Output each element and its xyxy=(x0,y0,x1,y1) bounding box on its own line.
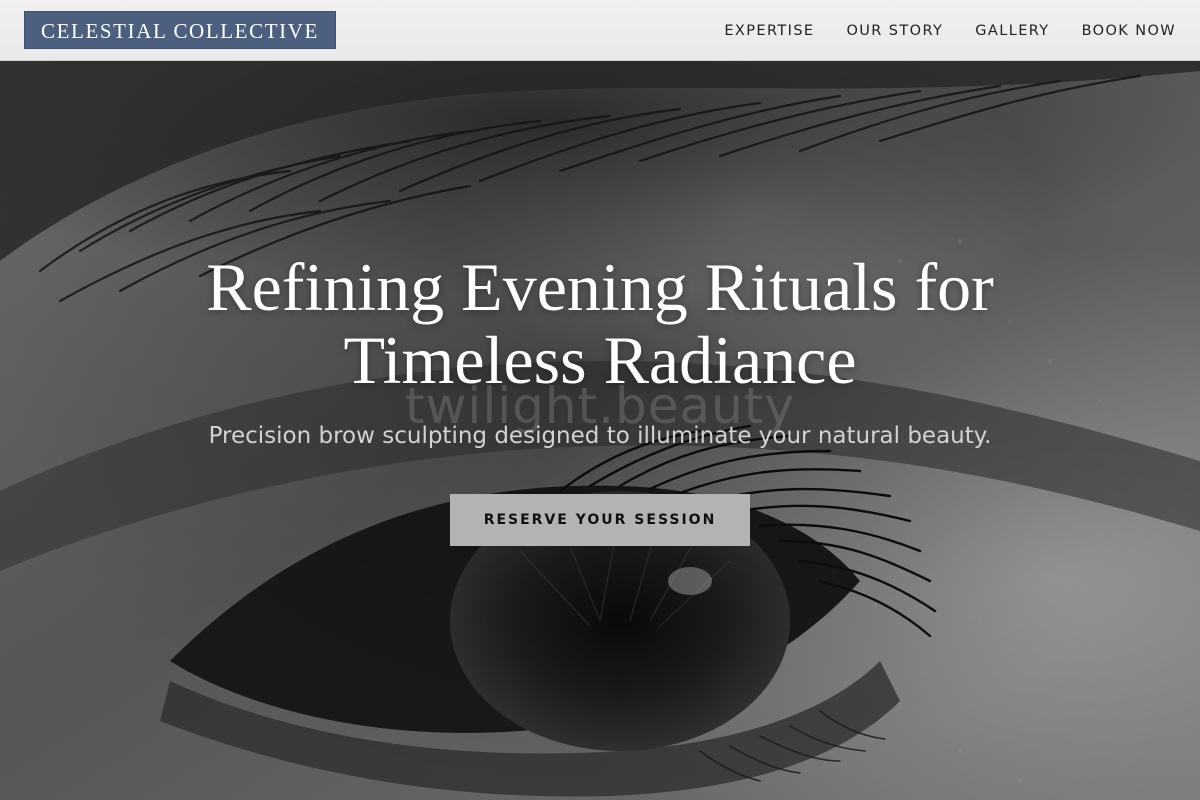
nav-link-book-now[interactable]: BOOK NOW xyxy=(1082,23,1176,39)
nav-link-our-story[interactable]: OUR STORY xyxy=(846,23,943,39)
site-header: CELESTIAL COLLECTIVE EXPERTISE OUR STORY… xyxy=(0,0,1200,61)
main-nav: EXPERTISE OUR STORY GALLERY BOOK NOW xyxy=(724,0,1176,61)
hero-title: Refining Evening Rituals for Timeless Ra… xyxy=(206,249,994,398)
brand-logo[interactable]: CELESTIAL COLLECTIVE xyxy=(24,11,336,49)
landing-page: CELESTIAL COLLECTIVE EXPERTISE OUR STORY… xyxy=(0,0,1200,800)
hero-content: twilight.beauty Refining Evening Rituals… xyxy=(0,61,1200,800)
hero-subtitle: Precision brow sculpting designed to ill… xyxy=(208,423,992,449)
hero-section: twilight.beauty Refining Evening Rituals… xyxy=(0,61,1200,800)
reserve-session-button[interactable]: RESERVE YOUR SESSION xyxy=(450,494,750,546)
nav-link-gallery[interactable]: GALLERY xyxy=(975,23,1049,39)
nav-link-expertise[interactable]: EXPERTISE xyxy=(724,23,814,39)
